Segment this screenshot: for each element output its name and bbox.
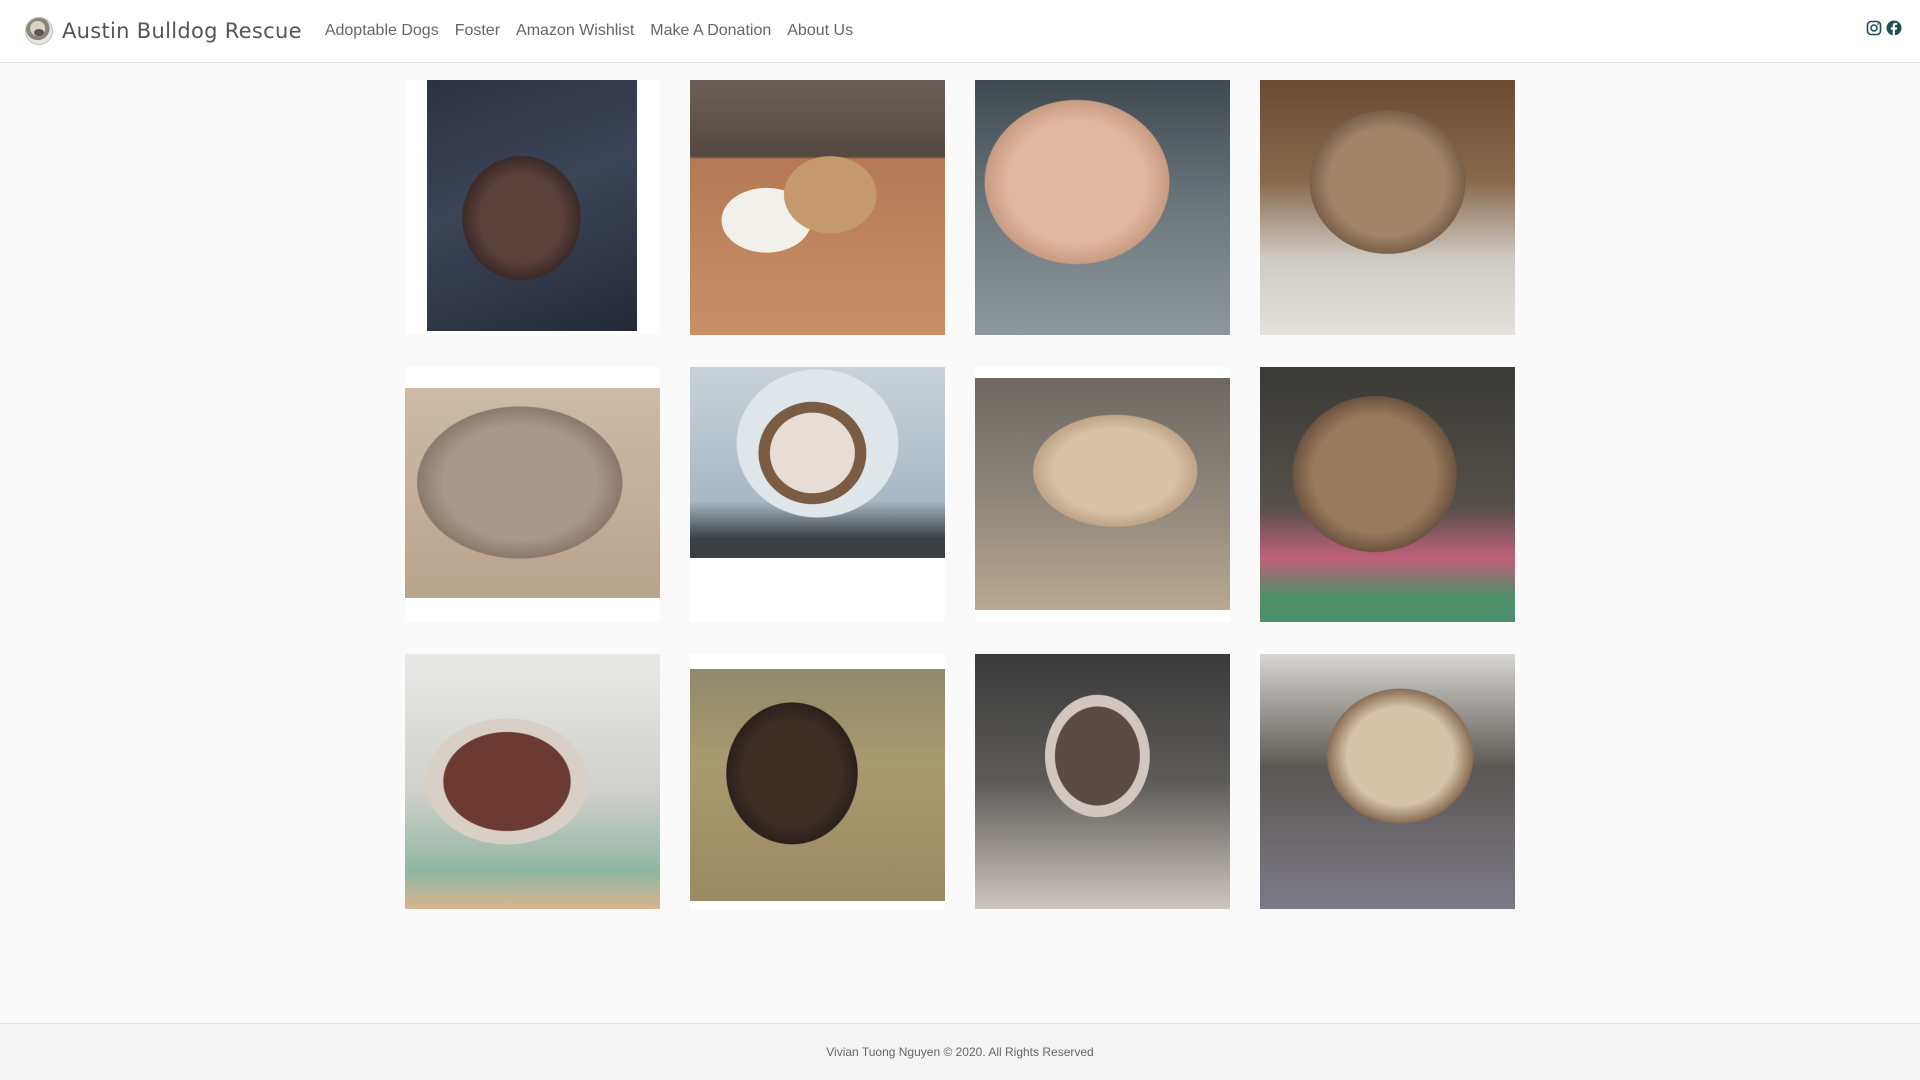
copyright-text: Vivian Tuong Nguyen © 2020. All Rights R…	[826, 1045, 1094, 1059]
nav-about-us[interactable]: About Us	[787, 22, 853, 40]
dog-photo-6[interactable]	[690, 367, 945, 622]
dog-photo-12-image	[1260, 654, 1515, 909]
nav-foster[interactable]: Foster	[455, 22, 500, 40]
dog-photo-9-image	[405, 654, 660, 909]
main-nav: Adoptable Dogs Foster Amazon Wishlist Ma…	[325, 22, 869, 40]
navbar: Austin Bulldog Rescue Adoptable Dogs Fos…	[0, 0, 1920, 63]
dog-photo-6-image	[690, 367, 945, 558]
dog-photo-11[interactable]	[975, 654, 1230, 909]
brand-title: Austin Bulldog Rescue	[62, 19, 302, 43]
social-links	[1866, 20, 1902, 36]
dog-photo-10-image	[690, 669, 945, 901]
dog-photo-3[interactable]	[975, 80, 1230, 335]
footer: Vivian Tuong Nguyen © 2020. All Rights R…	[0, 1023, 1920, 1080]
dog-photo-8-image	[1260, 367, 1515, 622]
dog-photo-11-image	[975, 654, 1230, 909]
bulldog-logo-icon	[25, 17, 53, 45]
nav-make-a-donation[interactable]: Make A Donation	[650, 22, 771, 40]
dog-photo-4-image	[1260, 80, 1515, 335]
dog-photo-7-image	[975, 378, 1230, 610]
dog-photo-2[interactable]	[690, 80, 945, 335]
dog-photo-10[interactable]	[690, 654, 945, 909]
nav-amazon-wishlist[interactable]: Amazon Wishlist	[516, 22, 634, 40]
nav-adoptable-dogs[interactable]: Adoptable Dogs	[325, 22, 439, 40]
dog-photo-12[interactable]	[1260, 654, 1515, 909]
dog-photo-4[interactable]	[1260, 80, 1515, 335]
dog-photo-5[interactable]	[405, 367, 660, 622]
dog-photo-1-image	[427, 80, 637, 331]
dog-photo-2-image	[690, 80, 945, 335]
dog-photo-7[interactable]	[975, 367, 1230, 622]
dog-photo-8[interactable]	[1260, 367, 1515, 622]
facebook-icon[interactable]	[1886, 20, 1902, 36]
dog-photo-1[interactable]	[405, 80, 660, 335]
dog-photo-3-image	[975, 80, 1230, 335]
brand-link[interactable]: Austin Bulldog Rescue	[25, 0, 302, 63]
dog-photo-5-image	[405, 388, 660, 598]
instagram-icon[interactable]	[1866, 20, 1882, 36]
dog-photo-9[interactable]	[405, 654, 660, 909]
